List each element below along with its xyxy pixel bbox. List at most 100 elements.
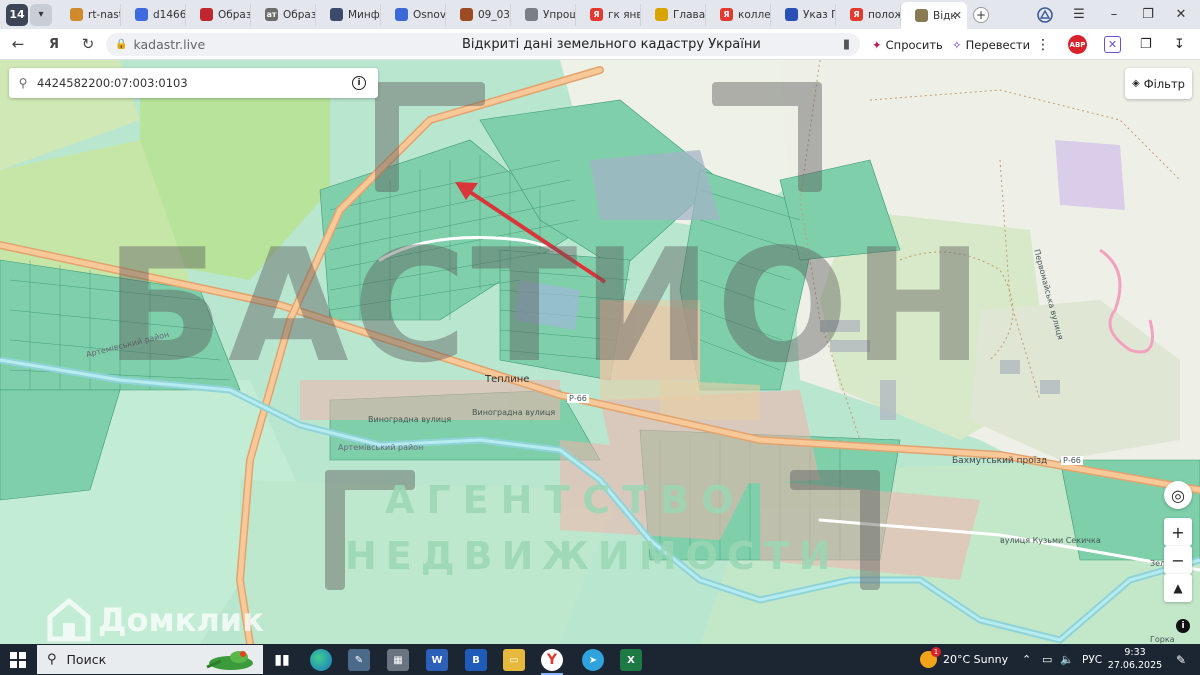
clock[interactable]: 9:33 27.06.2025 (1107, 644, 1163, 675)
clock-date: 27.06.2025 (1107, 659, 1163, 671)
road-label-p66-east: Р-66 (1061, 456, 1083, 465)
address-bar[interactable]: 🔒 kadastr.live Відкриті дані земельного … (106, 33, 860, 56)
browser-tab-strip: 14 ▾ rt-nast d1466 Образ ат Образ Минф Osnov 09… (0, 0, 1200, 29)
more-menu-icon[interactable]: ⋮ (1036, 34, 1050, 55)
district-label-2: Артемівський район (338, 443, 424, 452)
tab-favicon-icon (395, 8, 408, 21)
excel-icon[interactable]: X (620, 649, 642, 671)
tab-list-dropdown[interactable]: ▾ (30, 3, 52, 26)
browser-tab[interactable]: ат Образ (251, 3, 316, 26)
compass-reset-button[interactable]: ▲ (1164, 574, 1192, 602)
yandex-home-icon[interactable]: Я (42, 32, 66, 56)
tray-overflow-chevron-icon[interactable]: ⌃ (1022, 644, 1031, 675)
maximize-button[interactable]: ❐ (1137, 0, 1159, 29)
browser-tab[interactable]: Указ Г (771, 3, 836, 26)
adblock-icon[interactable]: ABP (1068, 34, 1087, 55)
street-label-vynogradna: Виноградна вулиця (368, 415, 452, 424)
settlement-label: Теплине (485, 374, 530, 385)
clock-time: 9:33 (1124, 646, 1146, 658)
sun-icon: 1 (920, 647, 941, 668)
task-view-icon[interactable]: ▮▮ (271, 649, 293, 671)
tab-favicon-icon: Я (590, 8, 603, 21)
word-icon[interactable]: W (426, 649, 448, 671)
extension-icon[interactable]: ✕ (1104, 34, 1121, 55)
app-icon-1[interactable]: ✎ (348, 649, 370, 671)
tab-favicon-icon: Я (850, 8, 863, 21)
weather-widget[interactable]: 1 20°C Sunny (920, 644, 1008, 675)
start-button[interactable] (10, 652, 26, 671)
close-window-button[interactable]: ✕ (1170, 0, 1192, 29)
browser-tab[interactable]: d1466 (121, 3, 186, 26)
reload-button[interactable]: ↻ (76, 32, 100, 56)
close-tab-icon[interactable]: ✕ (953, 9, 962, 22)
zoom-in-button[interactable]: + (1164, 518, 1192, 546)
calculator-icon[interactable]: ▦ (387, 649, 409, 671)
translate-button[interactable]: ✧ Перевести (952, 34, 1030, 55)
locate-me-button[interactable]: ◎ (1164, 481, 1192, 509)
tab-label: Образ (218, 8, 251, 21)
tab-label: Osnov (413, 8, 446, 21)
tab-label: rt-nast (88, 8, 121, 21)
filter-button[interactable]: ◈ Фільтр (1125, 68, 1192, 99)
taskbar-search[interactable]: ⚲ Поиск (37, 645, 263, 674)
url-text: kadastr.live (133, 37, 206, 52)
new-tab-button[interactable]: + (973, 6, 989, 23)
map-canvas[interactable] (0, 60, 1200, 644)
tab-label: полож (868, 8, 901, 21)
tab-label: Глава (673, 8, 706, 21)
road-label-p66: Р-66 (567, 394, 589, 403)
ask-button[interactable]: ✦ Спросить (872, 34, 943, 55)
tab-label: Упрощ (543, 8, 576, 21)
volume-icon[interactable]: 🔈 (1060, 644, 1074, 675)
battery-icon[interactable]: ▭ (1042, 644, 1052, 675)
browser-tab[interactable]: Образ (186, 3, 251, 26)
browser-tab[interactable]: Відк ✕ (901, 2, 967, 29)
search-icon[interactable]: ⚲ (9, 76, 37, 90)
cadastral-map[interactable]: Теплине Р-66 Р-66 Бахмутський проїзд Вин… (0, 60, 1200, 644)
tab-favicon-icon (200, 8, 213, 21)
attribution-info-icon[interactable]: i (1176, 619, 1190, 633)
street-label-bakhmut: Бахмутський проїзд (952, 456, 1048, 466)
layers-icon: ◈ (1132, 78, 1140, 89)
browser-tab[interactable]: rt-nast (56, 3, 121, 26)
tab-count-button[interactable]: 14 (6, 3, 28, 26)
notifications-icon[interactable]: ✎ (1176, 644, 1186, 675)
edge-browser-icon[interactable] (310, 649, 332, 671)
alice-icon[interactable] (1034, 0, 1056, 29)
extensions-puzzle-icon[interactable]: ❐ (1140, 34, 1152, 55)
browser-menu-icon[interactable]: ☰ (1068, 0, 1090, 29)
tab-favicon-icon: Я (720, 8, 733, 21)
street-label-vynogradna-2: Виноградна вулиця (472, 408, 556, 417)
back-button[interactable]: ← (6, 32, 30, 56)
browser-tab[interactable]: Osnov (381, 3, 446, 26)
app-icon-blue[interactable]: B (465, 649, 487, 671)
yandex-browser-icon[interactable]: Y (541, 649, 563, 671)
tab-label: d1466 (153, 8, 186, 21)
file-explorer-icon[interactable]: ▭ (503, 649, 525, 671)
downloads-icon[interactable]: ↧ (1174, 34, 1185, 55)
ask-icon: ✦ (872, 37, 882, 52)
tab-favicon-icon (915, 9, 928, 22)
tab-favicon-icon (330, 8, 343, 21)
browser-tab[interactable]: Глава (641, 3, 706, 26)
browser-tab[interactable]: Минф (316, 3, 381, 26)
tab-favicon-icon: ат (265, 8, 278, 21)
zoom-out-button[interactable]: − (1164, 546, 1192, 574)
adblock-label: ABP (1068, 35, 1087, 54)
tab-label: гк янв (608, 8, 641, 21)
language-indicator[interactable]: РУС (1082, 644, 1102, 675)
bookmark-icon[interactable]: ▮ (843, 37, 850, 52)
browser-tab[interactable]: Упрощ (511, 3, 576, 26)
browser-toolbar: ← Я ↻ 🔒 kadastr.live Відкриті дані земел… (0, 29, 1200, 60)
page-title: Відкриті дані земельного кадастру Україн… (462, 37, 761, 52)
cadastral-number-input[interactable] (37, 76, 327, 90)
browser-tab[interactable]: Яполож (836, 3, 901, 26)
tab-favicon-icon (525, 8, 538, 21)
browser-tab[interactable]: Ягк янв (576, 3, 641, 26)
taskbar-search-label: Поиск (66, 652, 107, 667)
minimize-button[interactable]: – (1103, 0, 1125, 29)
browser-tab[interactable]: 09_03_ (446, 3, 511, 26)
telegram-icon[interactable]: ➤ (582, 649, 604, 671)
browser-tab[interactable]: Яколлег (706, 3, 771, 26)
info-icon[interactable]: i (352, 76, 366, 90)
